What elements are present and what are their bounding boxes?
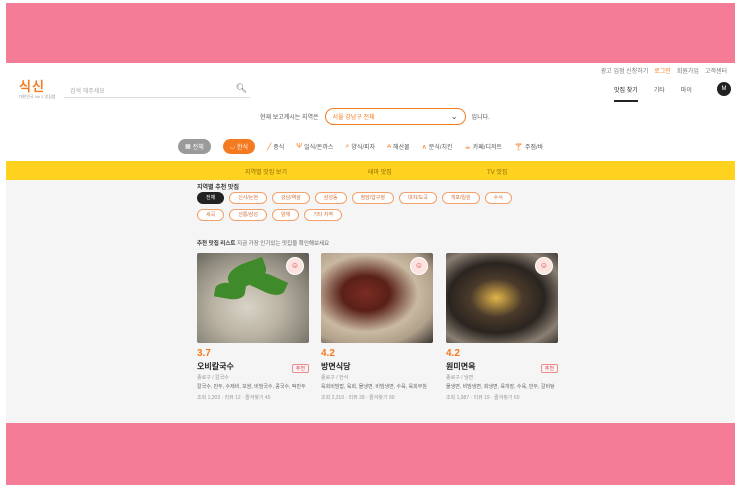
category-label: 해산물 [393,145,410,151]
category-label: 일식/돈까스 [304,145,334,151]
location-value: 서울 강남구 전체 [332,115,375,121]
search-icon[interactable]: 🔍︎ [236,83,247,94]
location-suffix: 입니다. [471,115,490,121]
restaurant-rating: 3.7 [197,348,211,359]
chevron-down-icon: ⌄ [450,112,458,121]
region-chip[interactable]: 수서 [484,192,512,204]
search-box[interactable]: 검색 해주세요 🔍︎ [64,81,250,98]
category-all[interactable]: ▦ 전체 [178,139,211,154]
tab-region[interactable]: 지역별 맛집 보기 [245,167,287,176]
region-chip[interactable]: 세곡 [197,209,225,221]
utility-links: 광고 입점 신청하기 로그인 회원가입 고객센터 [601,66,727,75]
restaurant-rating: 4.2 [446,348,460,359]
restaurant-card[interactable]: ☺ 4.2 방면식당 종로구 / 한식 육회비빔밥, 육회, 물냉면, 비빔냉면… [321,253,433,401]
restaurant-stats: 조회 2,310 · 리뷰 28 · 즐겨찾기 90 [321,395,395,401]
region-chips: 전체 신사/논현 강남/역삼 삼성동 청담/압구정 대치/도곡 개포/일원 수서… [197,192,527,221]
region-chip[interactable]: 선릉/삼성 [229,209,267,221]
restaurant-card[interactable]: ☺ 4.2 원미면옥 추천 종로구 / 냉면 물냉면, 비빔냉면, 회냉면, 육… [446,253,558,401]
recommend-subtitle: 지금 가장 인기있는 맛집을 확인해보세요 [237,241,330,247]
category-bar: ▦ 전체 ◡ 한식 ╱ 중식 Ψ 일식/돈까스 ⌕ 양식/피자 ⩜ 해산물 ∧ … [178,139,543,154]
main-nav: 맛집 찾기 기타 마이 [614,85,692,102]
recommend-heading: 추천 맛집 리스트 지금 가장 인기있는 맛집을 확인해보세요 [197,239,329,247]
restaurant-location: 종로구 / 칼국수 [197,375,229,381]
web-page: 광고 입점 신청하기 로그인 회원가입 고객센터 식신 대한민국 No.1 맛집… [6,63,735,423]
location-row: 현재 보고계시는 지역은 서울 강남구 전체 ⌄ 입니다. [260,108,490,125]
heart-badge-icon[interactable]: ☺ [286,257,304,275]
avatar[interactable]: M [717,82,731,96]
bowl-icon: ◡ [229,144,235,150]
heart-badge-icon[interactable]: ☺ [535,257,553,275]
restaurant-photo[interactable]: ☺ [321,253,433,343]
category-cafe[interactable]: ☕︎ 카페/디저트 [464,142,503,152]
region-title: 지역별 추천 맛집 [197,185,239,191]
location-select[interactable]: 서울 강남구 전체 ⌄ [324,108,466,125]
restaurant-location: 종로구 / 한식 [321,375,349,381]
region-chip[interactable]: 대치/도곡 [399,192,437,204]
util-link-support[interactable]: 고객센터 [705,66,727,75]
category-label: 카페/디저트 [472,145,503,151]
util-link-signup[interactable]: 회원가입 [677,66,699,75]
region-chip[interactable]: 개포/일원 [441,192,480,204]
util-link-ad[interactable]: 광고 입점 신청하기 [601,66,649,75]
category-label: 한식 [236,145,249,151]
logo-text: 식신 [19,79,45,94]
region-chip[interactable]: 강남/역삼 [272,192,310,204]
category-bar[interactable]: 🍸︎ 주점/바 [514,142,544,152]
restaurant-rating: 4.2 [321,348,335,359]
restaurant-card[interactable]: ☺ 3.7 오비칼국수 추천 종로구 / 칼국수 칼국수, 만두, 수제비, 보… [197,253,309,401]
heart-badge-icon[interactable]: ☺ [410,257,428,275]
restaurant-stats: 조회 1,987 · 리뷰 19 · 즐겨찾기 60 [446,395,520,401]
util-link-login[interactable]: 로그인 [654,66,671,75]
region-chip[interactable]: 양재 [272,209,300,221]
tab-tv[interactable]: TV 맛집 [487,167,507,176]
location-label: 현재 보고계시는 지역은 [260,115,319,121]
category-label: 분식/치킨 [428,145,453,151]
site-logo[interactable]: 식신 대한민국 No.1 맛집앱 [19,80,59,100]
category-japanese[interactable]: Ψ 일식/돈까스 [296,142,333,151]
tab-bar: 지역별 맛집 보기 테마 맛집 TV 맛집 [6,161,735,180]
chopstick-icon: ╱ [267,143,272,151]
search-icon: ⌕ [345,142,350,150]
mountain-icon: ∧ [421,143,427,151]
grid-icon: ▦ [185,144,191,150]
region-chip[interactable]: 삼성동 [314,192,347,204]
recommend-tag: 추천 [291,364,309,373]
region-chip[interactable]: 청담/압구정 [351,192,394,204]
restaurant-menu: 육회비빔밥, 육회, 물냉면, 비빔냉면, 수육, 육회무침 [321,384,427,390]
region-chip[interactable]: 전체 [197,192,225,204]
category-label: 전체 [192,145,204,151]
fork-icon: Ψ [296,143,303,150]
nav-item-etc[interactable]: 기타 [654,85,665,102]
tab-theme[interactable]: 테마 맛집 [368,167,392,176]
glass-icon: 🍸︎ [514,143,523,151]
bottom-pink-band [6,423,735,485]
restaurant-photo[interactable]: ☺ [197,253,309,343]
restaurant-photo[interactable]: ☺ [446,253,558,343]
category-snack[interactable]: ∧ 분식/치킨 [421,142,453,152]
fish-icon: ⩜ [387,142,392,150]
recommend-tag: 추천 [540,364,558,373]
category-seafood[interactable]: ⩜ 해산물 [387,142,410,152]
category-korean[interactable]: ◡ 한식 [222,139,256,154]
region-chip[interactable]: 기타 지역 [304,209,342,221]
restaurant-stats: 조회 1,203 · 리뷰 12 · 즐겨찾기 45 [197,395,271,401]
logo-subtitle: 대한민국 No.1 맛집앱 [19,94,56,99]
category-label: 중식 [273,145,285,151]
recommend-title: 추천 맛집 리스트 [197,241,236,247]
category-label: 주점/바 [524,145,544,151]
category-western[interactable]: ⌕ 양식/피자 [345,142,376,152]
main-content: 지역별 추천 맛집 전체 신사/논현 강남/역삼 삼성동 청담/압구정 대치/도… [6,180,735,423]
restaurant-menu: 칼국수, 만두, 수제비, 보쌈, 비빔국수, 콩국수, 떡만두 [197,384,306,390]
category-chinese[interactable]: ╱ 중식 [267,142,285,152]
region-chip[interactable]: 신사/논현 [229,192,267,204]
top-pink-band [6,3,735,63]
search-placeholder: 검색 해주세요 [70,89,105,95]
restaurant-location: 종로구 / 냉면 [446,375,474,381]
nav-item-find[interactable]: 맛집 찾기 [614,85,638,102]
restaurant-menu: 물냉면, 비빔냉면, 회냉면, 육개장, 수육, 만두, 갈비탕 [446,384,555,390]
restaurant-name[interactable]: 방면식당 [321,361,433,372]
nav-item-my[interactable]: 마이 [681,85,692,102]
cup-icon: ☕︎ [464,143,471,151]
category-label: 양식/피자 [351,145,376,151]
